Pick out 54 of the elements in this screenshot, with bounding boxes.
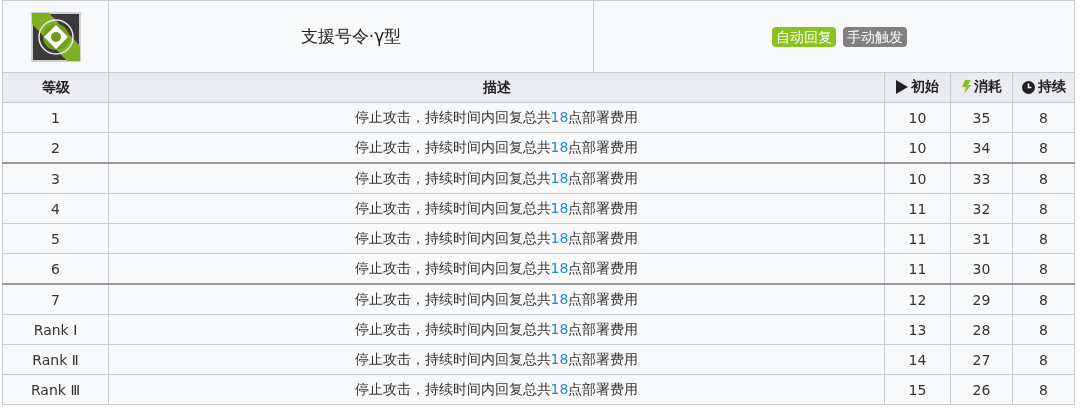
skill-icon	[30, 11, 81, 62]
column-header: 等级	[41, 78, 70, 97]
sp-cost-cell: 26	[950, 374, 1013, 405]
column-header: 描述	[482, 78, 511, 97]
skill-tag: 自动回复	[771, 26, 836, 47]
duration-cell: 8	[1012, 314, 1075, 345]
duration-cell: 8	[1012, 193, 1075, 224]
column-header: 消耗	[973, 78, 1002, 96]
sp-cost-cell: 29	[950, 284, 1013, 315]
initial-cost-cell: 11	[884, 193, 951, 224]
play-icon	[896, 80, 908, 94]
sp-cost-cell: 35	[950, 102, 1013, 133]
clock-icon	[1021, 80, 1035, 94]
description-cell: 停止攻击，持续时间内回复总共18点部署费用	[108, 102, 885, 133]
duration-cell: 8	[1012, 374, 1075, 405]
skill-name: 支援号令·γ型	[108, 0, 594, 73]
column-header: 初始	[911, 78, 939, 96]
sp-cost-cell: 28	[950, 314, 1013, 345]
level-cell: 5	[2, 223, 109, 254]
level-cell: 2	[2, 132, 109, 163]
level-cell: 6	[2, 253, 109, 284]
level-cell: Rank Ⅱ	[2, 344, 109, 375]
duration-cell: 8	[1012, 284, 1075, 315]
duration-cell: 8	[1012, 102, 1075, 133]
duration-cell: 8	[1012, 223, 1075, 254]
initial-cost-cell: 14	[884, 344, 951, 375]
level-cell: 7	[2, 284, 109, 315]
level-cell: 4	[2, 193, 109, 224]
initial-cost-cell: 11	[884, 223, 951, 254]
column-header: 持续	[1037, 78, 1066, 97]
description-cell: 停止攻击，持续时间内回复总共18点部署费用	[108, 374, 885, 405]
skill-tag: 手动触发	[842, 26, 907, 47]
description-cell: 停止攻击，持续时间内回复总共18点部署费用	[108, 314, 885, 345]
sp-cost-cell: 27	[950, 344, 1013, 375]
description-cell: 停止攻击，持续时间内回复总共18点部署费用	[108, 284, 885, 315]
sp-cost-cell: 33	[950, 163, 1013, 194]
duration-cell: 8	[1012, 344, 1075, 375]
sp-cost-cell: 32	[950, 193, 1013, 224]
level-cell: 1	[2, 102, 109, 133]
description-cell: 停止攻击，持续时间内回复总共18点部署费用	[108, 223, 885, 254]
initial-cost-cell: 15	[884, 374, 951, 405]
sp-cost-cell: 31	[950, 223, 1013, 254]
initial-cost-cell: 13	[884, 314, 951, 345]
duration-cell: 8	[1012, 163, 1075, 194]
initial-cost-cell: 10	[884, 102, 951, 133]
description-cell: 停止攻击，持续时间内回复总共18点部署费用	[108, 344, 885, 375]
lightning-icon	[961, 80, 971, 94]
description-cell: 停止攻击，持续时间内回复总共18点部署费用	[108, 163, 885, 194]
level-cell: 3	[2, 163, 109, 194]
initial-cost-cell: 12	[884, 284, 951, 315]
description-cell: 停止攻击，持续时间内回复总共18点部署费用	[108, 193, 885, 224]
initial-cost-cell: 10	[884, 163, 951, 194]
level-cell: Rank Ⅲ	[2, 374, 109, 405]
level-cell: Rank Ⅰ	[2, 314, 109, 345]
